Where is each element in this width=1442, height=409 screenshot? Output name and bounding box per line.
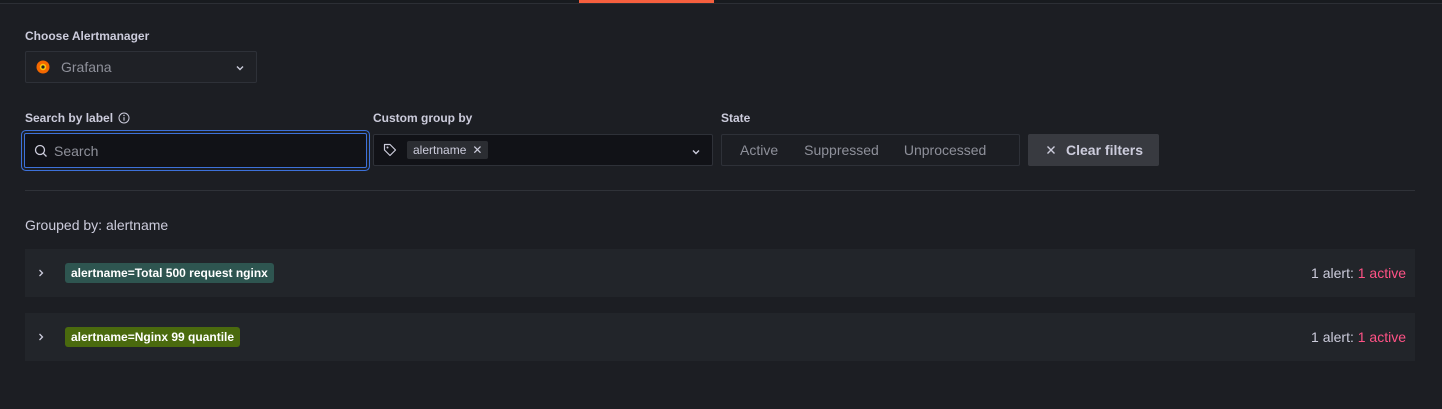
alert-count-prefix: 1 alert: (1311, 265, 1354, 281)
search-by-label-label: Search by label (25, 111, 130, 125)
alertmanager-selected-value: Grafana (61, 59, 112, 75)
active-tab-indicator (579, 0, 714, 3)
grouped-by-text: Grouped by: alertname (25, 217, 169, 233)
search-input[interactable] (54, 142, 354, 159)
close-icon (1046, 145, 1056, 155)
clear-filters-button[interactable]: Clear filters (1028, 134, 1159, 166)
state-option-active[interactable]: Active (722, 135, 787, 165)
state-option-suppressed[interactable]: Suppressed (787, 135, 888, 165)
clear-filters-label: Clear filters (1066, 142, 1144, 158)
group-by-chip: alertname ✕ (407, 141, 489, 159)
alert-group-row[interactable]: alertname=Nginx 99 quantile 1 alert: 1 a… (25, 313, 1415, 361)
alert-label-tag: alertname=Nginx 99 quantile (65, 327, 241, 347)
remove-chip-icon[interactable]: ✕ (472, 143, 482, 157)
state-radio-group: Active Suppressed Unprocessed (721, 134, 1020, 166)
info-icon[interactable] (118, 112, 130, 124)
alert-count: 1 alert: 1 active (1311, 329, 1406, 345)
divider (25, 190, 1415, 191)
search-field[interactable] (24, 133, 367, 168)
alertmanager-select[interactable]: Grafana (25, 51, 257, 83)
chevron-right-icon[interactable] (35, 331, 47, 343)
chevron-down-icon (690, 145, 702, 157)
search-icon (34, 144, 48, 158)
custom-group-by-select[interactable]: alertname ✕ (373, 134, 713, 166)
state-option-unprocessed[interactable]: Unprocessed (888, 135, 996, 165)
alertmanager-label: Choose Alertmanager (25, 29, 150, 43)
chevron-down-icon (234, 61, 246, 73)
alert-label-tag: alertname=Total 500 request nginx (65, 263, 274, 283)
tag-icon (383, 143, 397, 157)
alert-count-active: 1 active (1357, 265, 1406, 281)
alert-count-prefix: 1 alert: (1311, 329, 1354, 345)
state-label: State (721, 111, 751, 125)
alert-group-row[interactable]: alertname=Total 500 request nginx 1 aler… (25, 249, 1415, 297)
custom-group-by-label: Custom group by (373, 111, 473, 125)
alert-groups-panel: Choose Alertmanager Grafana Search by la… (0, 3, 1442, 409)
alert-count: 1 alert: 1 active (1311, 265, 1406, 281)
chevron-right-icon[interactable] (35, 267, 47, 279)
alert-count-active: 1 active (1357, 329, 1406, 345)
group-by-chip-label: alertname (413, 143, 467, 157)
grafana-logo-icon (35, 59, 51, 75)
